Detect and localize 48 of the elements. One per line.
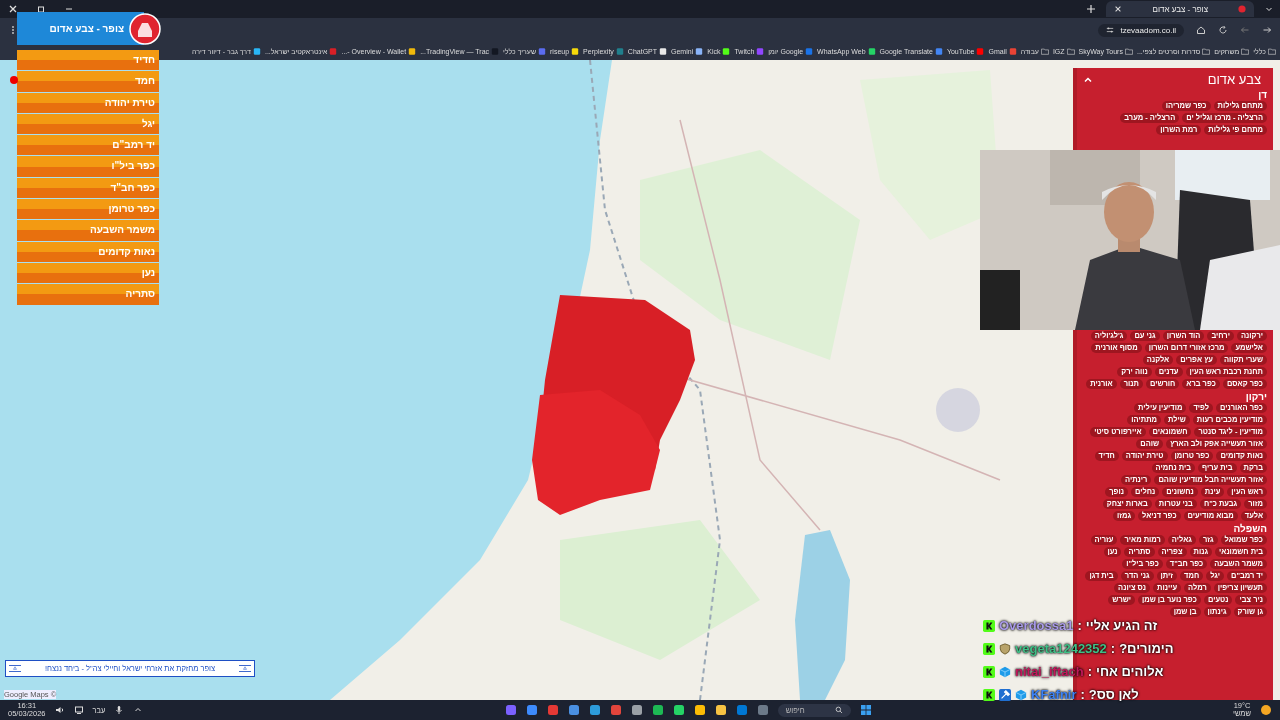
- site-icon: [805, 47, 814, 55]
- close-icon[interactable]: [8, 4, 18, 14]
- home-icon[interactable]: [1196, 25, 1206, 35]
- volume-icon[interactable]: [54, 705, 65, 715]
- app-icon[interactable]: [588, 704, 601, 716]
- microphone-icon[interactable]: [114, 705, 125, 715]
- site-icon: [695, 47, 704, 55]
- app-title: צופר - צבע אדום: [49, 23, 124, 34]
- settings-icon[interactable]: [1106, 26, 1115, 34]
- site-icon: [1008, 47, 1017, 55]
- site-icon: [976, 47, 985, 55]
- folder-icon: [1040, 47, 1049, 55]
- browser-tab[interactable]: צופר - צבע אדום: [1106, 1, 1254, 17]
- site-icon: [571, 47, 580, 55]
- app-icon[interactable]: [693, 704, 706, 716]
- site-icon: [934, 47, 943, 55]
- restore-icon[interactable]: [36, 4, 46, 14]
- search-icon: [834, 706, 843, 714]
- site-icon: [408, 47, 417, 55]
- folder-icon: [1124, 47, 1133, 55]
- site-icon: [756, 47, 765, 55]
- site-icon: [615, 47, 624, 55]
- site-icon: [252, 47, 261, 55]
- forward-icon[interactable]: [1262, 25, 1272, 35]
- reload-icon[interactable]: [1218, 25, 1228, 35]
- app-icon[interactable]: [630, 704, 643, 716]
- site-icon: [659, 47, 668, 55]
- app-icon[interactable]: [567, 704, 580, 716]
- folder-icon: [1066, 47, 1075, 55]
- app-icon[interactable]: [714, 704, 727, 716]
- new-tab-icon[interactable]: [1086, 4, 1097, 14]
- folder-icon: [1241, 47, 1250, 55]
- site-icon: [538, 47, 547, 55]
- app-icon[interactable]: [672, 704, 685, 716]
- app-icon[interactable]: [525, 704, 538, 716]
- folder-icon: [1268, 47, 1276, 55]
- folder-icon: [1202, 47, 1211, 55]
- app-icon[interactable]: [651, 704, 664, 716]
- close-icon[interactable]: [1114, 5, 1123, 13]
- siren-logo-icon: [129, 13, 161, 45]
- site-icon: [867, 47, 876, 55]
- windows-icon[interactable]: [859, 704, 872, 716]
- site-icon: [329, 47, 338, 55]
- site-icon: [491, 47, 500, 55]
- site-icon: [722, 47, 731, 55]
- address-field[interactable]: tzevaadom.co.il: [1098, 23, 1184, 37]
- network-icon[interactable]: [73, 705, 84, 715]
- sun-icon[interactable]: [1260, 704, 1272, 716]
